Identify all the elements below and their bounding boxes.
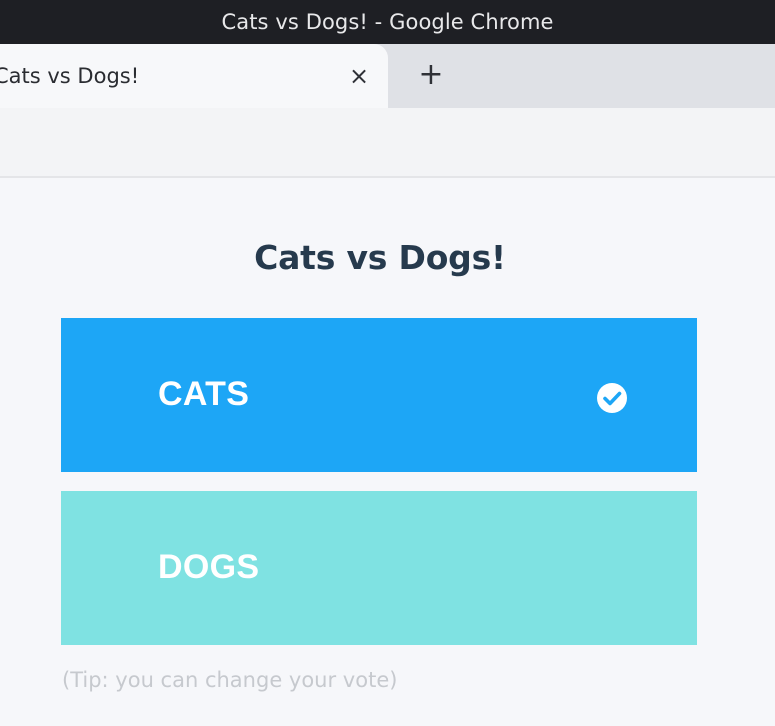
tab-title: Cats vs Dogs! [0,64,140,88]
vote-option-cats[interactable]: CATS [61,318,697,472]
close-tab-icon[interactable]: × [343,60,375,92]
page-content: Cats vs Dogs! CATS DOGS (Tip: you can ch… [0,178,775,726]
window-title: Cats vs Dogs! - Google Chrome [0,0,775,44]
tip-text: (Tip: you can change your vote) [62,668,398,692]
vote-option-label: DOGS [158,548,260,586]
page-title: Cats vs Dogs! [254,238,506,277]
tab-strip: Cats vs Dogs! × + [0,44,775,108]
browser-toolbar [0,108,775,178]
vote-option-dogs[interactable]: DOGS [61,491,697,645]
new-tab-icon[interactable]: + [414,59,448,93]
check-circle-icon [597,383,627,413]
browser-tab[interactable]: Cats vs Dogs! × [0,44,388,108]
vote-option-label: CATS [158,375,250,413]
